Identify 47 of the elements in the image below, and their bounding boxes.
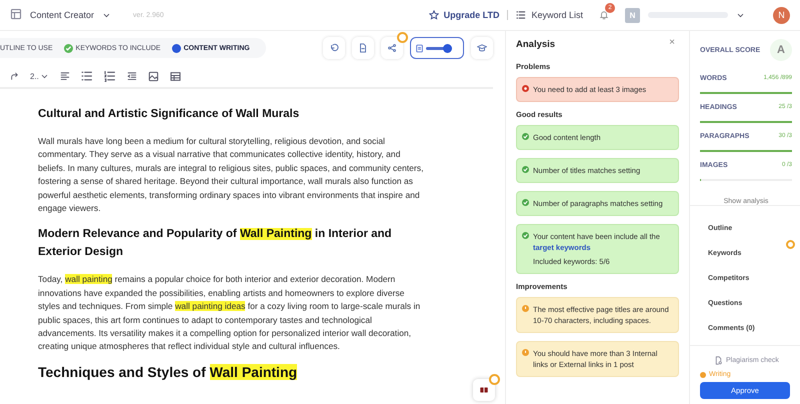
bullet-list-icon xyxy=(80,70,93,82)
heading-select[interactable]: 2.. xyxy=(30,72,49,80)
close-button[interactable]: × xyxy=(669,37,675,48)
check-icon xyxy=(64,44,73,52)
share-icon xyxy=(387,43,397,53)
layout-icon xyxy=(10,8,22,20)
check-icon xyxy=(522,166,529,173)
check-icon xyxy=(522,232,529,239)
error-icon xyxy=(522,85,529,92)
undo-button[interactable] xyxy=(323,37,345,59)
redo-icon xyxy=(10,72,19,80)
document-icon xyxy=(358,43,368,53)
badge-dot xyxy=(489,374,500,385)
upgrade-link[interactable]: Upgrade LTD xyxy=(428,10,500,20)
image-icon xyxy=(148,70,159,82)
bell-icon xyxy=(599,10,609,20)
document-button[interactable] xyxy=(352,37,374,59)
warning-icon xyxy=(522,305,529,312)
document-search-icon xyxy=(714,356,723,365)
grid-icon xyxy=(479,385,489,395)
panel-title: Analysis xyxy=(516,39,556,50)
dot-icon xyxy=(172,44,181,52)
app-title[interactable]: Content Creator xyxy=(30,10,94,20)
floating-button[interactable] xyxy=(473,379,495,401)
toggle-thumb[interactable] xyxy=(443,44,452,52)
document-icon xyxy=(415,44,424,52)
education-button[interactable] xyxy=(471,37,493,59)
grade-badge: A xyxy=(770,39,792,61)
list-icon xyxy=(516,10,526,20)
table-icon xyxy=(170,70,181,82)
paragraph: Today, wall painting remains a popular choice for both interior and exterior decoration. Modern innovations have expanded the possibilities, enabling artists and homeowners to explore diverse styles and techniques. From simple wall painting ideas for a cozy living room to large-scale murals in public spaces, this art form continues to adapt to contemporary tastes and technological advancements. Its versatility makes it a compelling option for personalized interior wall decoration, creating unique atmospheres that reflect individual style and cultural influences. xyxy=(38,273,422,354)
warning-icon xyxy=(522,349,529,356)
numbered-list-icon xyxy=(104,70,116,82)
paragraph: Wall murals have long been a medium for cultural storytelling, religious devotion, and social commentary. They serve as a visual narrative that communicates collective identity, history, and beliefs. In many cultures, murals are integral to religious sites, public spaces, and community centers, fostering a sense of shared heritage. Beyond their cultural importance, wall murals also function as powerful aesthetic elements, transforming ordinary spaces into vibrant environments that inspire and engage viewers. xyxy=(38,135,424,216)
check-icon xyxy=(522,199,529,206)
check-icon xyxy=(522,133,529,140)
section-heading: Cultural and Artistic Significance of Wall Murals xyxy=(38,107,300,122)
outdent-icon xyxy=(126,71,137,81)
editor-toggle[interactable] xyxy=(410,37,464,59)
undo-icon xyxy=(329,43,339,53)
section-heading: Modern Relevance and Popularity of Wall Painting in Interior and Exterior Design xyxy=(38,227,393,260)
align-left-icon xyxy=(60,71,70,81)
badge-dot xyxy=(397,32,408,43)
star-icon xyxy=(428,10,439,20)
share-button[interactable] xyxy=(381,37,403,59)
graduation-cap-icon xyxy=(477,43,487,53)
keyword-list-button[interactable]: Keyword List xyxy=(507,10,583,20)
